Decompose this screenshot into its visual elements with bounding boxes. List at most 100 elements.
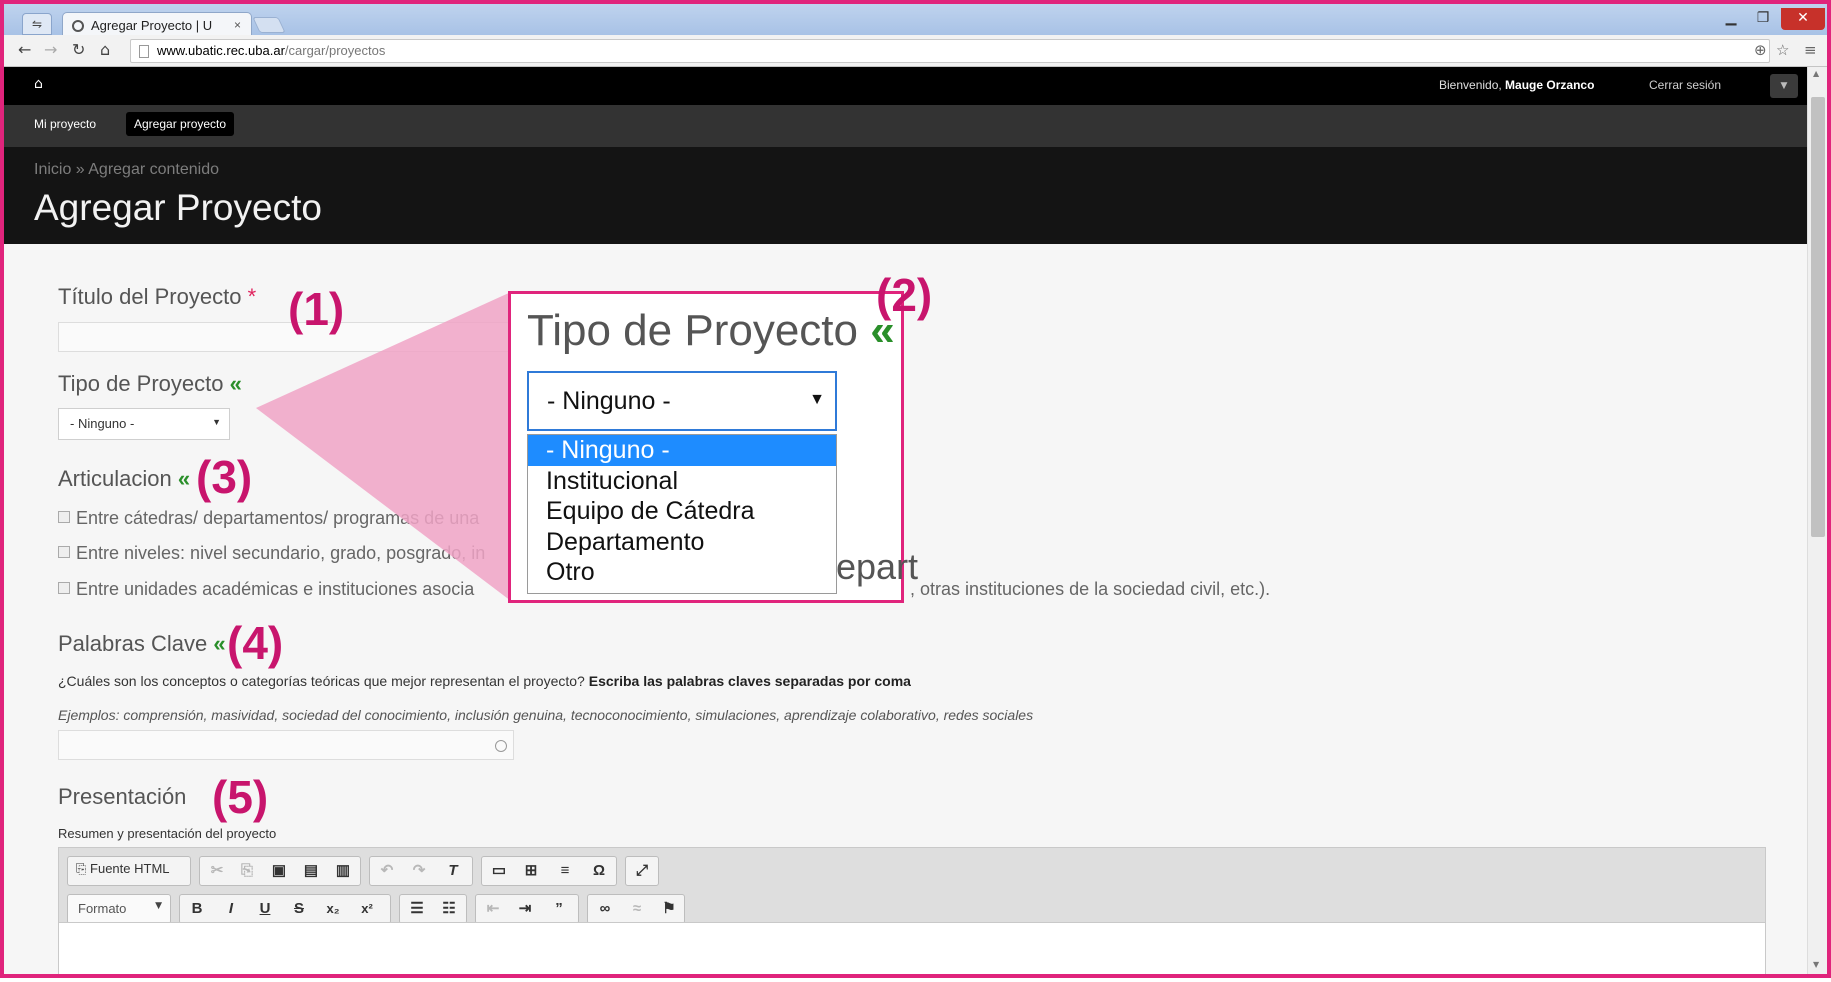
- list-group: ☰ ☷: [399, 894, 467, 924]
- breadcrumb[interactable]: Inicio » Agregar contenido: [34, 161, 219, 179]
- annotation-3: (3): [196, 451, 253, 503]
- underline-icon[interactable]: U: [254, 898, 276, 920]
- remove-format-icon[interactable]: T: [442, 860, 464, 882]
- tipo-select[interactable]: - Ninguno - ▼: [58, 408, 230, 440]
- expand-mark-icon[interactable]: «: [213, 631, 225, 656]
- anchor-flag-icon[interactable]: ⚑: [658, 898, 680, 920]
- chevron-down-icon: ▼: [155, 901, 162, 911]
- palabras-example: Ejemplos: comprensión, masividad, socied…: [58, 707, 1034, 723]
- articulacion-option[interactable]: Entre unidades académicas e institucione…: [58, 579, 474, 600]
- dropdown-option[interactable]: Institucional: [528, 466, 836, 497]
- bold-icon[interactable]: B: [186, 898, 208, 920]
- expand-mark-icon[interactable]: «: [178, 466, 190, 491]
- browser-app-icon[interactable]: ⇋: [22, 13, 52, 35]
- image-icon[interactable]: ▭: [488, 860, 510, 882]
- address-bar[interactable]: www.ubatic.rec.uba.ar/cargar/proyectos: [130, 39, 1770, 63]
- paste-word-icon[interactable]: ▥: [332, 860, 354, 882]
- indent-icon[interactable]: ⇥: [514, 898, 536, 920]
- link-icon[interactable]: ∞: [594, 898, 616, 920]
- welcome-text: Bienvenido, Mauge Orzanco: [1439, 78, 1595, 92]
- paste-text-icon[interactable]: ▤: [300, 860, 322, 882]
- paste-icon[interactable]: ▣: [268, 860, 290, 882]
- copy-icon[interactable]: ⎘: [236, 860, 258, 882]
- new-tab-button[interactable]: [252, 17, 286, 33]
- browser-menu-icon[interactable]: ≡: [1804, 41, 1817, 59]
- dropdown-option[interactable]: Equipo de Cátedra: [528, 496, 836, 527]
- source-button[interactable]: ⎘ Fuente HTML: [67, 856, 191, 886]
- bookmark-star-icon[interactable]: ☆: [1776, 41, 1789, 59]
- browser-title-bar: ⇋ Agregar Proyecto | U × ▁ ❐ ✕: [4, 4, 1827, 39]
- zoom-callout: Tipo de Proyecto « - Ninguno - ▼ epart -…: [508, 291, 918, 603]
- autocomplete-icon: [495, 740, 507, 752]
- dropdown-option[interactable]: - Ninguno -: [528, 435, 836, 466]
- dropdown-option[interactable]: Otro: [528, 557, 836, 588]
- chevron-down-icon[interactable]: ▼: [1770, 74, 1798, 98]
- zoom-icon[interactable]: ⊕: [1754, 41, 1767, 59]
- nav-agregar-proyecto[interactable]: Agregar proyecto: [126, 112, 235, 136]
- maximize-button[interactable]: ❐: [1749, 8, 1777, 30]
- window-close-button[interactable]: ✕: [1781, 8, 1825, 30]
- tipo-label: Tipo de Proyecto «: [58, 371, 242, 396]
- select-value: - Ninguno -: [547, 387, 671, 415]
- palabras-input[interactable]: [58, 730, 514, 760]
- special-char-icon[interactable]: Ω: [588, 860, 610, 882]
- required-mark: *: [247, 284, 257, 309]
- undo-icon[interactable]: ↶: [376, 860, 398, 882]
- scroll-thumb[interactable]: [1811, 97, 1825, 537]
- page-icon: [139, 45, 149, 58]
- page-title: Agregar Proyecto: [34, 187, 322, 228]
- format-select[interactable]: Formato ▼: [67, 894, 171, 924]
- annotation-5: (5): [212, 771, 269, 823]
- site-home-icon[interactable]: ⌂: [34, 76, 43, 92]
- italic-icon[interactable]: I: [220, 898, 242, 920]
- back-arrow-icon[interactable]: ←: [18, 40, 31, 59]
- tab-title: Agregar Proyecto | U: [91, 18, 213, 33]
- dropdown-arrow-icon: ▼: [809, 391, 825, 408]
- checkbox[interactable]: [58, 582, 70, 594]
- horizontal-line-icon[interactable]: ≡: [554, 860, 576, 882]
- maximize-group: ⤢: [625, 856, 659, 886]
- tipo-select-zoomed[interactable]: - Ninguno - ▼: [527, 371, 837, 431]
- minimize-button[interactable]: ▁: [1717, 8, 1745, 30]
- expand-mark-icon[interactable]: «: [230, 371, 242, 396]
- close-icon[interactable]: ×: [234, 18, 241, 32]
- strikethrough-icon[interactable]: S: [288, 898, 310, 920]
- user-name[interactable]: Mauge Orzanco: [1505, 78, 1594, 92]
- table-icon[interactable]: ⊞: [520, 860, 542, 882]
- bulleted-list-icon[interactable]: ☷: [438, 898, 460, 920]
- text-style-group: B I U S x₂ x²: [179, 894, 391, 924]
- blockquote-icon[interactable]: ”: [548, 898, 570, 920]
- unlink-icon[interactable]: ≈: [626, 898, 648, 920]
- maximize-icon[interactable]: ⤢: [631, 860, 653, 882]
- scrollbar[interactable]: ▲ ▼: [1807, 67, 1827, 974]
- articulacion-option[interactable]: Entre niveles: nivel secundario, grado, …: [58, 543, 485, 564]
- forward-arrow-icon[interactable]: →: [44, 40, 57, 59]
- subscript-icon[interactable]: x₂: [322, 898, 344, 920]
- scroll-down-arrow-icon[interactable]: ▼: [1813, 960, 1819, 969]
- home-icon[interactable]: ⌂: [100, 40, 110, 59]
- logout-link[interactable]: Cerrar sesión: [1649, 78, 1721, 92]
- redo-icon[interactable]: ↷: [408, 860, 430, 882]
- dropdown-option[interactable]: Departamento: [528, 527, 836, 558]
- articulacion-option-tail: , otras instituciones de la sociedad civ…: [910, 579, 1271, 599]
- articulacion-option[interactable]: Entre cátedras/ departamentos/ programas…: [58, 508, 479, 529]
- cut-icon[interactable]: ✂: [206, 860, 228, 882]
- loading-icon: [72, 20, 84, 32]
- titulo-label: Título del Proyecto *: [58, 284, 257, 309]
- checkbox[interactable]: [58, 546, 70, 558]
- source-icon: ⎘: [76, 861, 87, 876]
- reload-icon[interactable]: ↻: [72, 40, 85, 59]
- numbered-list-icon[interactable]: ☰: [406, 898, 428, 920]
- palabras-help: ¿Cuáles son los conceptos o categorías t…: [58, 673, 911, 689]
- editor-body[interactable]: [59, 922, 1765, 982]
- checkbox[interactable]: [58, 511, 70, 523]
- clipboard-group: ✂ ⎘ ▣ ▤ ▥: [199, 856, 361, 886]
- scroll-up-arrow-icon[interactable]: ▲: [1813, 69, 1819, 78]
- url-path: /cargar/proyectos: [284, 43, 386, 58]
- nav-mi-proyecto[interactable]: Mi proyecto: [34, 117, 96, 131]
- secondary-nav: Mi proyecto Agregar proyecto: [4, 105, 1807, 147]
- insert-group: ▭ ⊞ ≡ Ω: [481, 856, 617, 886]
- articulacion-label: Articulacion «: [58, 466, 191, 491]
- outdent-icon[interactable]: ⇤: [482, 898, 504, 920]
- superscript-icon[interactable]: x²: [356, 898, 378, 920]
